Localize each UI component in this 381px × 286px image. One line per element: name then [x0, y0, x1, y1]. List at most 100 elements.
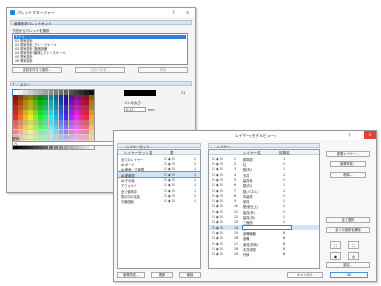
pen-color-swatch[interactable]	[63, 104, 69, 110]
pen-color-swatch[interactable]	[68, 124, 74, 130]
pen-color-swatch[interactable]	[43, 129, 49, 135]
pen-color-swatch[interactable]	[33, 124, 38, 130]
pen-color-swatch[interactable]	[84, 104, 89, 110]
layer-state-icons[interactable]: ⊡ ◉ ⊟	[212, 220, 223, 224]
layer-state-icons[interactable]: ⊡ ◉ ⊟	[212, 247, 223, 251]
layer-state-icons[interactable]: ⊡ ◉ ⊟	[212, 157, 223, 161]
pen-color-swatch[interactable]	[68, 104, 74, 110]
pen-color-swatch[interactable]	[23, 109, 28, 115]
pen-color-swatch[interactable]	[79, 94, 84, 100]
pen-color-swatch[interactable]	[53, 134, 59, 140]
layer-state-icons[interactable]: ⊡ ◉ ⊟	[212, 162, 223, 166]
pen-color-swatch[interactable]	[79, 99, 84, 105]
pen-color-swatch[interactable]	[43, 94, 49, 100]
layer-state-icons[interactable]: ⊡ ◉ ⊟	[212, 226, 223, 230]
pen-color-swatch[interactable]	[43, 134, 49, 140]
pen-color-swatch[interactable]	[48, 124, 54, 130]
pen-color-swatch[interactable]	[53, 109, 59, 115]
layer-state-icons[interactable]: ⊡ ◉ ⊟	[212, 199, 223, 203]
pen-color-swatch[interactable]	[18, 104, 23, 110]
pen-color-swatch[interactable]	[68, 90, 74, 95]
pen-color-swatch[interactable]	[89, 90, 94, 95]
new-button[interactable]: 新規作成...	[330, 161, 366, 167]
pen-color-swatch[interactable]	[33, 104, 38, 110]
color-section-header[interactable]: カラー ▾	[10, 81, 192, 87]
pen-color-swatch[interactable]	[43, 114, 49, 120]
layer-name-edit-field[interactable]	[242, 225, 292, 230]
help-button[interactable]: ?	[170, 10, 177, 16]
pen-color-swatch[interactable]	[84, 109, 89, 115]
pen-color-swatch[interactable]	[38, 99, 44, 105]
save-as-button[interactable]: 名前を付けて保存...	[12, 67, 62, 73]
pen-color-swatch[interactable]	[79, 104, 84, 110]
pen-color-swatch[interactable]	[53, 119, 59, 125]
pen-color-swatch[interactable]	[28, 104, 33, 110]
pen-color-swatch[interactable]	[53, 104, 59, 110]
pen-desc-field[interactable]: ペ	[12, 141, 122, 146]
pen-color-swatch[interactable]	[58, 94, 64, 100]
pen-color-swatch[interactable]	[84, 94, 89, 100]
pen-width-field[interactable]: 0.13	[124, 107, 146, 112]
pen-color-swatch[interactable]	[13, 94, 18, 100]
pen-color-swatch[interactable]	[68, 94, 74, 100]
pen-color-swatch[interactable]	[18, 129, 23, 135]
pen-color-swatch[interactable]	[28, 90, 33, 95]
pen-color-swatch[interactable]	[58, 119, 64, 125]
pen-color-swatch[interactable]	[63, 94, 69, 100]
pen-color-swatch[interactable]	[33, 109, 38, 115]
pen-color-swatch[interactable]	[48, 114, 54, 120]
pen-color-swatch[interactable]	[73, 134, 79, 140]
unlock-icon[interactable]: ⛶	[348, 241, 359, 249]
pen-color-swatch[interactable]	[43, 99, 49, 105]
pen-color-swatch[interactable]	[13, 104, 18, 110]
pen-color-swatch[interactable]	[53, 99, 59, 105]
pen-color-swatch[interactable]	[23, 94, 28, 100]
pen-color-swatch[interactable]	[89, 134, 94, 140]
pen-color-swatch[interactable]	[84, 114, 89, 120]
update-set-button[interactable]: 更新	[151, 272, 173, 278]
pen-color-swatch[interactable]	[28, 94, 33, 100]
pen-color-swatch[interactable]	[18, 99, 23, 105]
pen-color-swatch[interactable]	[18, 109, 23, 115]
pen-color-swatch[interactable]	[89, 114, 94, 120]
list-item[interactable]: 06 電気設計	[14, 59, 186, 63]
eye-hide-icon[interactable]: ◎	[348, 252, 359, 260]
close-icon[interactable]: ×	[184, 10, 191, 16]
pen-color-swatch[interactable]	[73, 129, 79, 135]
pen-color-swatch[interactable]	[89, 94, 94, 100]
pen-color-swatch[interactable]	[43, 124, 49, 130]
pen-color-swatch[interactable]	[63, 134, 69, 140]
pen-color-swatch[interactable]	[73, 119, 79, 125]
layer-state-icons[interactable]: ⊡ ◉ ⊟	[212, 204, 223, 208]
pen-color-swatch[interactable]	[79, 109, 84, 115]
pen-color-swatch[interactable]	[18, 114, 23, 120]
ok-button[interactable]: OK	[330, 272, 368, 278]
cancel-button[interactable]: キャンセル	[287, 272, 323, 278]
rename-button[interactable]: 名前の変更...	[75, 67, 125, 73]
pen-color-swatch[interactable]	[53, 129, 59, 135]
pen-color-swatch[interactable]	[28, 124, 33, 130]
pen-color-swatch[interactable]	[58, 104, 64, 110]
pen-color-swatch[interactable]	[48, 134, 54, 140]
pen-color-swatch[interactable]	[33, 114, 38, 120]
layer-tab-header[interactable]: レイヤー	[208, 143, 320, 149]
pen-color-swatch[interactable]	[43, 104, 49, 110]
pen-color-swatch[interactable]	[48, 99, 54, 105]
layer-state-icons[interactable]: ⊡ ◉ ⊟	[212, 194, 223, 198]
pen-color-swatch[interactable]	[79, 114, 84, 120]
layer-set-tab-header[interactable]: レイヤーセット	[117, 143, 201, 149]
pen-color-swatch[interactable]	[79, 90, 84, 95]
pen-color-swatch[interactable]	[33, 94, 38, 100]
pen-color-swatch[interactable]	[38, 119, 44, 125]
pen-color-swatch[interactable]	[38, 124, 44, 130]
pen-color-swatch[interactable]	[84, 134, 89, 140]
pen-color-swatch[interactable]	[84, 124, 89, 130]
pen-color-swatch[interactable]	[13, 119, 18, 125]
pen-color-swatch[interactable]	[48, 94, 54, 100]
pen-color-swatch[interactable]	[13, 124, 18, 130]
pen-color-swatch[interactable]	[73, 90, 79, 95]
pen-color-swatch[interactable]	[28, 99, 33, 105]
pen-color-swatch[interactable]	[79, 119, 84, 125]
pen-color-swatch[interactable]	[84, 99, 89, 105]
pen-color-swatch[interactable]	[23, 114, 28, 120]
